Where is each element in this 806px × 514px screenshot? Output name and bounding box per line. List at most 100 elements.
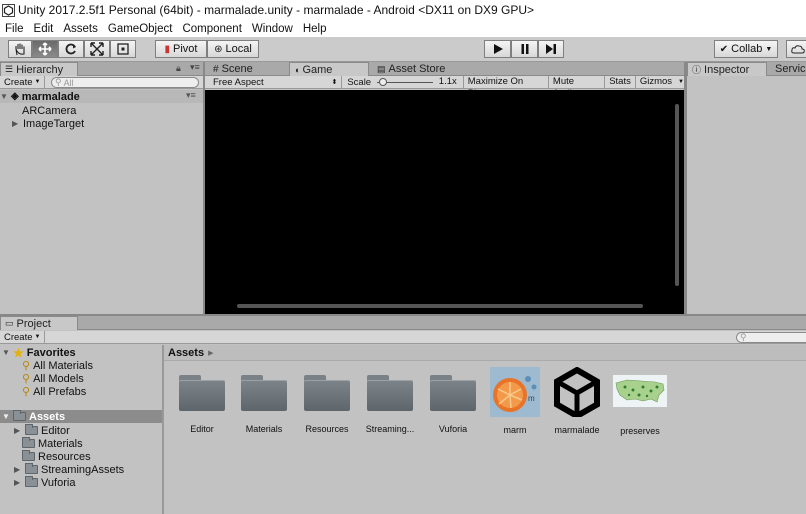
unity-editor-window: Unity 2017.2.5f1 Personal (64bit) - marm… <box>0 0 806 514</box>
scene-name: marmalade <box>21 90 80 103</box>
menu-gameobject[interactable]: GameObject <box>103 23 178 35</box>
rotate-tool-button[interactable] <box>58 40 84 58</box>
tab-scene[interactable]: # Scene <box>209 62 289 76</box>
expand-down-icon[interactable]: ▼ <box>0 92 8 101</box>
breadcrumb-assets[interactable]: Assets <box>168 347 204 359</box>
search-placeholder: All <box>63 77 74 88</box>
expand-right-icon[interactable]: ▶ <box>14 426 22 435</box>
scene-menu-icon[interactable]: ▾≡ <box>186 90 196 101</box>
folder-icon <box>13 410 26 421</box>
cloud-icon <box>791 45 805 54</box>
tab-inspector[interactable]: ⓘ Inspector <box>687 62 767 76</box>
collab-button[interactable]: ✔ Collab ▼ <box>714 40 778 58</box>
asset-folder-streamingassets[interactable]: Streaming... <box>359 375 421 434</box>
tree-folder-materials[interactable]: Materials <box>22 437 83 450</box>
asset-folder-materials[interactable]: Materials <box>233 375 295 434</box>
assets-root-row[interactable]: ▼ Assets <box>0 410 162 423</box>
asset-image-preserves[interactable]: preserves <box>609 375 671 436</box>
menu-window[interactable]: Window <box>247 23 298 35</box>
asset-label: Streaming... <box>365 424 415 434</box>
hierarchy-item-imagetarget[interactable]: ▶ ImageTarget <box>12 117 84 130</box>
maximize-on-play-toggle[interactable]: Maximize On Play <box>464 76 549 99</box>
favorite-item-all-materials[interactable]: ⚲ All Materials <box>22 359 93 373</box>
dropdown-arrow-icon: ▼ <box>34 334 41 340</box>
asset-folder-vuforia[interactable]: Vuforia <box>422 375 484 434</box>
pause-button[interactable] <box>511 40 538 58</box>
assets-label: Assets <box>29 410 66 423</box>
project-create-button[interactable]: Create ▼ <box>0 331 46 343</box>
project-search-input[interactable]: ⚲ <box>736 332 806 343</box>
local-toggle-button[interactable]: ⊛ Local <box>207 40 259 58</box>
cloud-button[interactable] <box>786 40 806 58</box>
favorite-item-all-prefabs[interactable]: ⚲ All Prefabs <box>22 385 86 399</box>
project-subbar: Create ▼ <box>0 331 806 344</box>
inspector-tab-label: Inspector <box>704 63 750 76</box>
tab-asset-store[interactable]: ▤ Asset Store <box>373 62 473 76</box>
panel-menu-icon[interactable]: ▾≡ <box>190 62 200 73</box>
asset-label: Resources <box>305 424 349 434</box>
lock-icon[interactable]: 🔒︎ <box>176 63 181 74</box>
scale-slider[interactable] <box>377 76 434 88</box>
asset-folder-editor[interactable]: Editor <box>171 375 233 434</box>
menu-assets[interactable]: Assets <box>58 23 103 35</box>
scale-icon <box>90 42 104 56</box>
expand-down-icon[interactable]: ▼ <box>2 412 10 421</box>
expand-right-icon[interactable]: ▶ <box>12 119 20 128</box>
gizmos-button[interactable]: Gizmos <box>636 76 676 88</box>
menu-edit[interactable]: Edit <box>29 23 59 35</box>
move-tool-button[interactable] <box>32 40 58 58</box>
hierarchy-list-icon: ☰ <box>5 64 14 74</box>
hierarchy-panel: ☰ Hierarchy 🔒︎ ▾≡ Create ▼ ⚲ All ▼ ◈ mar… <box>0 62 203 314</box>
dropdown-arrow-icon[interactable]: ▼ <box>676 79 684 85</box>
game-view[interactable] <box>205 90 684 314</box>
stats-toggle[interactable]: Stats <box>605 76 636 88</box>
dropdown-arrow-icon: ▼ <box>765 45 773 53</box>
scene-tab-label: Scene <box>221 63 253 75</box>
expand-down-icon[interactable]: ▼ <box>2 348 10 357</box>
pivot-toggle-button[interactable]: ▮ Pivot <box>155 40 207 58</box>
step-button[interactable] <box>538 40 564 58</box>
step-icon <box>546 44 556 54</box>
asset-scene-marmalade[interactable]: marmalade <box>546 366 608 435</box>
vertical-scrollbar[interactable] <box>675 104 679 286</box>
tab-services[interactable]: Servic <box>771 62 806 76</box>
slider-thumb[interactable] <box>379 78 388 86</box>
asset-grid-panel: Assets ▶ Editor Materials Resources Stre… <box>164 345 806 514</box>
menu-component[interactable]: Component <box>177 23 246 35</box>
tree-folder-streamingassets[interactable]: ▶ StreamingAssets <box>14 463 124 476</box>
asset-folder-resources[interactable]: Resources <box>296 375 358 434</box>
scene-root-row[interactable]: ▼ ◈ marmalade ▾≡ <box>0 90 203 103</box>
tab-project[interactable]: ▭ Project <box>0 316 78 330</box>
asset-image-marm[interactable]: m marm <box>484 367 546 435</box>
tree-folder-editor[interactable]: ▶ Editor <box>14 424 70 437</box>
project-tabbar: ▭ Project <box>0 316 806 330</box>
mute-audio-toggle[interactable]: Mute Audio <box>549 76 606 99</box>
unity-scene-icon: ◈ <box>11 91 19 102</box>
scale-tool-button[interactable] <box>84 40 110 58</box>
expand-right-icon[interactable]: ▶ <box>14 465 22 474</box>
aspect-dropdown[interactable]: Free Aspect ⬍ <box>205 76 343 88</box>
tree-folder-vuforia[interactable]: ▶ Vuforia <box>14 476 75 489</box>
asset-label: marm <box>503 425 527 435</box>
tree-folder-resources[interactable]: Resources <box>22 450 91 463</box>
rect-tool-icon <box>117 43 129 55</box>
folder-icon <box>367 375 413 411</box>
tab-game[interactable]: ◖ Game <box>289 62 369 76</box>
rotate-icon <box>65 43 76 55</box>
menu-file[interactable]: File <box>0 23 29 35</box>
favorites-row[interactable]: ▼ ★ Favorites <box>2 346 76 360</box>
hierarchy-item-arcamera[interactable]: ARCamera <box>22 104 76 117</box>
rect-tool-button[interactable] <box>110 40 136 58</box>
local-globe-icon: ⊛ <box>214 43 223 55</box>
tab-hierarchy[interactable]: ☰ Hierarchy <box>0 62 78 76</box>
expand-right-icon[interactable]: ▶ <box>14 478 22 487</box>
hand-tool-button[interactable] <box>8 40 32 58</box>
play-button[interactable] <box>484 40 511 58</box>
favorite-item-all-models[interactable]: ⚲ All Models <box>22 372 84 386</box>
hierarchy-item-label: ARCamera <box>22 104 77 117</box>
hierarchy-search-input[interactable]: ⚲ All <box>51 77 199 88</box>
hierarchy-create-button[interactable]: Create ▼ <box>0 76 46 88</box>
search-icon: ⚲ <box>740 332 747 342</box>
menu-help[interactable]: Help <box>298 23 332 35</box>
horizontal-scrollbar[interactable] <box>237 304 643 308</box>
